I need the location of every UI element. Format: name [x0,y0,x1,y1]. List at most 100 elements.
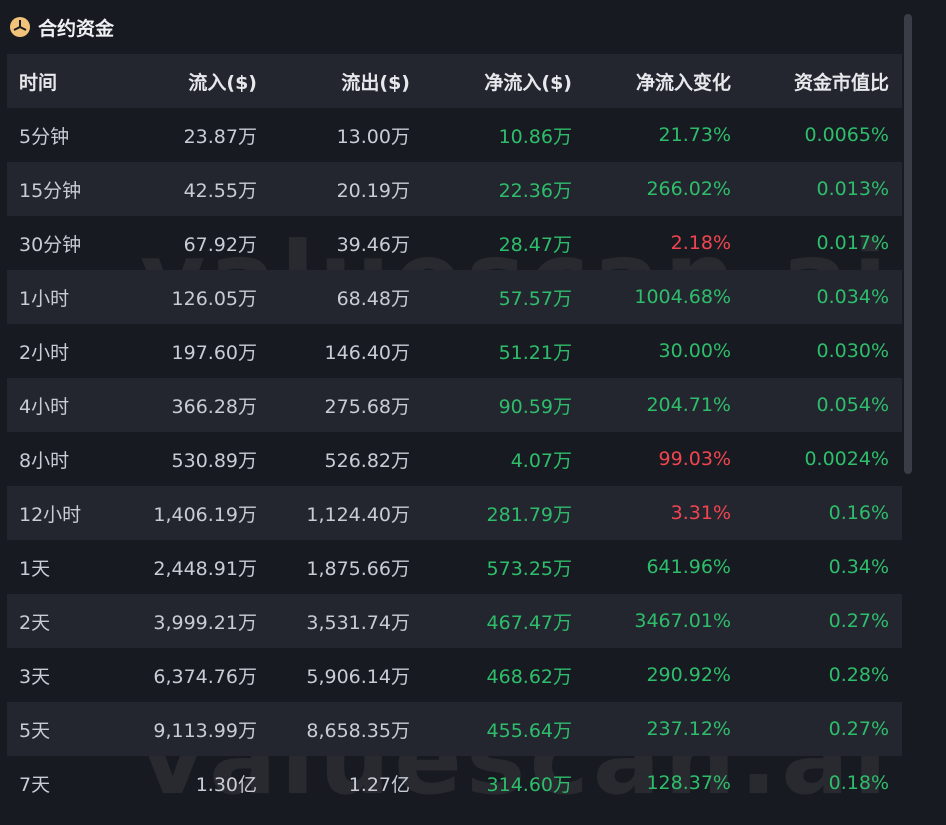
cell-time: 2小时 [19,341,70,364]
cell-inflow: 42.55万 [183,179,257,202]
table-row: 1天 2,448.91万 1,875.66万 573.25万 641.96% 0.34% [7,540,902,594]
cell-net-inflow: 4.07万 [510,449,572,472]
cell-cap-ratio: 0.18% [828,772,889,794]
cell-cap-ratio: 0.34% [828,556,889,578]
cell-net-change: 290.92% [646,664,731,686]
cell-net-change: 99.03% [658,448,731,470]
cell-net-change: 641.96% [646,556,731,578]
cell-time: 30分钟 [19,233,82,256]
cell-cap-ratio: 0.017% [816,232,889,254]
cell-inflow: 197.60万 [171,341,257,364]
cell-outflow: 146.40万 [324,341,410,364]
cell-net-inflow: 10.86万 [498,125,572,148]
cell-cap-ratio: 0.27% [828,610,889,632]
table-row: 15分钟 42.55万 20.19万 22.36万 266.02% 0.013% [7,162,902,216]
cell-net-change: 237.12% [646,718,731,740]
cell-cap-ratio: 0.28% [828,664,889,686]
cell-net-inflow: 90.59万 [498,395,572,418]
cell-cap-ratio: 0.030% [816,340,889,362]
cell-net-change: 3.31% [670,502,731,524]
cell-time: 7天 [19,773,51,796]
cell-outflow: 275.68万 [324,395,410,418]
section-header: 合约资金 [10,12,114,42]
cell-inflow: 23.87万 [183,125,257,148]
cell-outflow: 5,906.14万 [306,665,410,688]
cell-cap-ratio: 0.0024% [804,448,889,470]
logo-icon [10,17,30,37]
table-row: 7天 1.30亿 1.27亿 314.60万 128.37% 0.18% [7,756,902,810]
column-header-net-change[interactable]: 净流入变化 [572,68,731,95]
cell-inflow: 6,374.76万 [153,665,257,688]
cell-cap-ratio: 0.27% [828,718,889,740]
cell-outflow: 1.27亿 [348,773,410,796]
cell-inflow: 126.05万 [171,287,257,310]
cell-net-change: 266.02% [646,178,731,200]
cell-net-inflow: 314.60万 [486,773,572,796]
cell-cap-ratio: 0.0065% [804,124,889,146]
cell-inflow: 530.89万 [171,449,257,472]
table-row: 8小时 530.89万 526.82万 4.07万 99.03% 0.0024% [7,432,902,486]
cell-time: 2天 [19,611,51,634]
section-title: 合约资金 [38,17,115,40]
column-header-inflow[interactable]: 流入($) [132,68,257,95]
table-row: 30分钟 67.92万 39.46万 28.47万 2.18% 0.017% [7,216,902,270]
cell-net-inflow: 468.62万 [486,665,572,688]
cell-net-change: 2.18% [670,232,731,254]
cell-time: 4小时 [19,395,70,418]
cell-net-inflow: 467.47万 [486,611,572,634]
cell-time: 5天 [19,719,51,742]
cell-time: 1小时 [19,287,70,310]
cell-outflow: 1,875.66万 [306,557,410,580]
cell-time: 15分钟 [19,179,82,202]
cell-inflow: 1,406.19万 [153,503,257,526]
cell-outflow: 20.19万 [336,179,410,202]
cell-cap-ratio: 0.054% [816,394,889,416]
cell-inflow: 1.30亿 [195,773,257,796]
cell-cap-ratio: 0.16% [828,502,889,524]
column-header-outflow[interactable]: 流出($) [257,68,410,95]
cell-net-inflow: 28.47万 [498,233,572,256]
cell-net-change: 1004.68% [634,286,731,308]
table-row: 5天 9,113.99万 8,658.35万 455.64万 237.12% 0.27% [7,702,902,756]
table-row: 3天 6,374.76万 5,906.14万 468.62万 290.92% 0.28% [7,648,902,702]
cell-outflow: 8,658.35万 [306,719,410,742]
table-row: 5分钟 23.87万 13.00万 10.86万 21.73% 0.0065% [7,108,902,162]
cell-outflow: 39.46万 [336,233,410,256]
cell-net-change: 128.37% [646,772,731,794]
cell-inflow: 67.92万 [183,233,257,256]
table-row: 2小时 197.60万 146.40万 51.21万 30.00% 0.030% [7,324,902,378]
cell-outflow: 68.48万 [336,287,410,310]
cell-net-inflow: 455.64万 [486,719,572,742]
table-row: 4小时 366.28万 275.68万 90.59万 204.71% 0.054% [7,378,902,432]
cell-inflow: 2,448.91万 [153,557,257,580]
table-header-row: 时间 流入($) 流出($) 净流入($) 净流入变化 资金市值比 [7,54,902,108]
cell-net-change: 204.71% [646,394,731,416]
table-row: 1小时 126.05万 68.48万 57.57万 1004.68% 0.034% [7,270,902,324]
cell-time: 12小时 [19,503,82,526]
cell-time: 1天 [19,557,51,580]
cell-net-change: 21.73% [658,124,731,146]
cell-outflow: 3,531.74万 [306,611,410,634]
cell-cap-ratio: 0.013% [816,178,889,200]
cell-net-inflow: 51.21万 [498,341,572,364]
cell-net-change: 30.00% [658,340,731,362]
cell-inflow: 366.28万 [171,395,257,418]
cell-time: 8小时 [19,449,70,472]
cell-inflow: 9,113.99万 [153,719,257,742]
cell-net-inflow: 57.57万 [498,287,572,310]
cell-outflow: 526.82万 [324,449,410,472]
cell-net-change: 3467.01% [634,610,731,632]
vertical-scrollbar[interactable] [904,14,912,474]
column-header-time[interactable]: 时间 [7,68,132,95]
cell-outflow: 13.00万 [336,125,410,148]
cell-time: 5分钟 [19,125,70,148]
cell-net-inflow: 22.36万 [498,179,572,202]
fund-flow-table: 时间 流入($) 流出($) 净流入($) 净流入变化 资金市值比 5分钟 23.… [7,54,902,810]
column-header-net-inflow[interactable]: 净流入($) [410,68,572,95]
cell-net-inflow: 573.25万 [486,557,572,580]
cell-net-inflow: 281.79万 [486,503,572,526]
cell-time: 3天 [19,665,51,688]
column-header-cap-ratio[interactable]: 资金市值比 [731,68,889,95]
table-row: 2天 3,999.21万 3,531.74万 467.47万 3467.01% 0.27% [7,594,902,648]
cell-outflow: 1,124.40万 [306,503,410,526]
